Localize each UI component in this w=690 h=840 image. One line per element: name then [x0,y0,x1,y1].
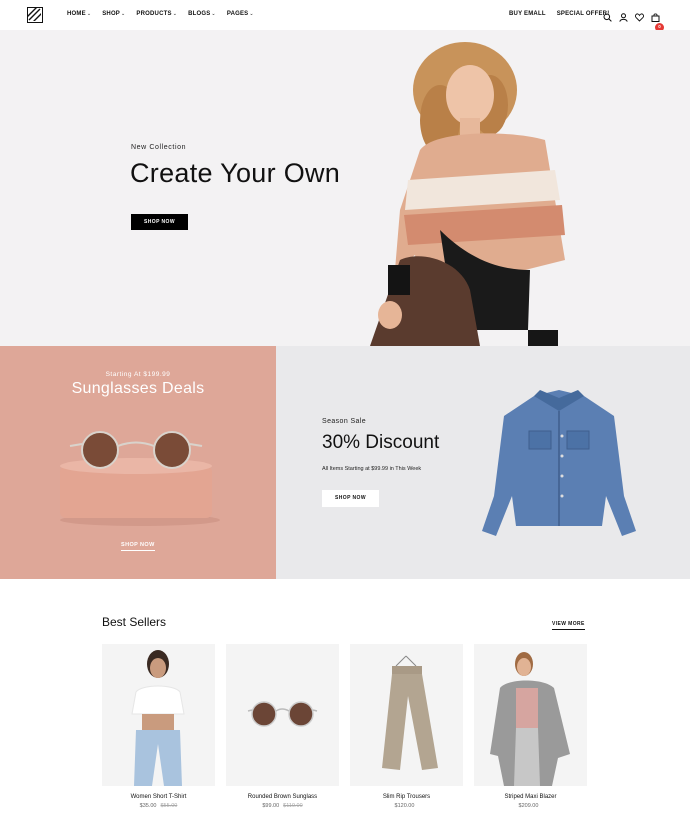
chevron-down-icon: ⌄ [121,11,126,17]
product-old-price: $55.00 [160,803,178,809]
heart-icon[interactable] [635,9,644,22]
product-name: Striped Maxi Blazer [504,794,557,800]
logo-icon[interactable] [27,7,43,23]
promo-title: 30% Discount [322,432,440,453]
chevron-down-icon: ⌄ [86,11,92,17]
promo-kicker: Season Sale [322,418,367,425]
product-name: Women Short T-Shirt [130,794,187,800]
search-icon[interactable] [603,9,612,22]
sunglasses-podium-image [60,431,220,526]
product-name: Slim Rip Trousers [382,794,431,800]
denim-jacket-image [482,390,636,536]
nav-home[interactable]: HOME ⌄ [67,11,91,17]
nav-blogs[interactable]: BLOGS ⌄ [188,11,216,17]
discount-promo: Season Sale 30% Discount All Items Start… [276,346,690,579]
product-price: $120.00 [394,803,415,809]
nav-products[interactable]: PRODUCTS ⌄ [136,11,177,17]
sunglasses-shop-now-link[interactable]: SHOP NOW [121,542,155,551]
main-nav: HOME ⌄ SHOP ⌄ PRODUCTS ⌄ BLOGS ⌄ PAGES ⌄ [67,11,254,17]
chevron-down-icon: ⌄ [211,11,216,17]
product-image [350,644,463,786]
chevron-down-icon: ⌄ [172,11,178,17]
promo-title: Sunglasses Deals [71,380,205,397]
user-icon[interactable] [619,9,628,22]
product-price: $35.00 $55.00 [139,803,178,809]
view-more-link[interactable]: VIEW MORE [552,621,585,630]
header-links: BUY EMALL SPECIAL OFFER! [509,11,609,17]
product-image [226,644,339,786]
chevron-down-icon: ⌄ [249,11,254,17]
nav-pages[interactable]: PAGES ⌄ [227,11,254,17]
best-sellers-title: Best Sellers [102,615,167,629]
product-price: $99.00 $119.00 [262,803,303,809]
nav-shop[interactable]: SHOP ⌄ [102,11,125,17]
hero-banner: New Collection Create Your Own SHOP NOW [0,30,690,346]
product-grid: Women Short T-Shirt $35.00 $55.00 Rounded… [102,644,587,809]
cart-icon[interactable]: 0 [651,9,664,32]
product-price: $209.00 [518,803,539,809]
discount-shop-now-button[interactable]: SHOP NOW [322,490,379,507]
product-image [474,644,587,786]
product-card[interactable]: Rounded Brown Sunglass $99.00 $119.00 [226,644,339,809]
product-image [102,644,215,786]
header-icons: 0 [603,9,664,32]
promo-kicker: Starting At $199.99 [105,371,171,378]
product-card[interactable]: Women Short T-Shirt $35.00 $55.00 [102,644,215,809]
product-old-price: $119.00 [283,803,303,809]
hero-title: Create Your Own [130,158,341,188]
product-card[interactable]: Slim Rip Trousers $120.00 [350,644,463,809]
product-card[interactable]: Striped Maxi Blazer $209.00 [474,644,587,809]
hero-shop-now-button[interactable]: SHOP NOW [131,214,188,230]
site-header: HOME ⌄ SHOP ⌄ PRODUCTS ⌄ BLOGS ⌄ PAGES ⌄ BUY … [0,0,690,32]
hero-model-image [370,42,565,346]
special-offer-link[interactable]: SPECIAL OFFER! [557,11,610,17]
product-name: Rounded Brown Sunglass [247,794,318,800]
hero-kicker: New Collection [131,144,187,151]
sunglasses-promo: Starting At $199.99 Sunglasses Deals SHO… [0,346,276,579]
promo-description: All Items Starting at $99.99 in This Wee… [322,466,422,472]
buy-emall-link[interactable]: BUY EMALL [509,11,546,17]
